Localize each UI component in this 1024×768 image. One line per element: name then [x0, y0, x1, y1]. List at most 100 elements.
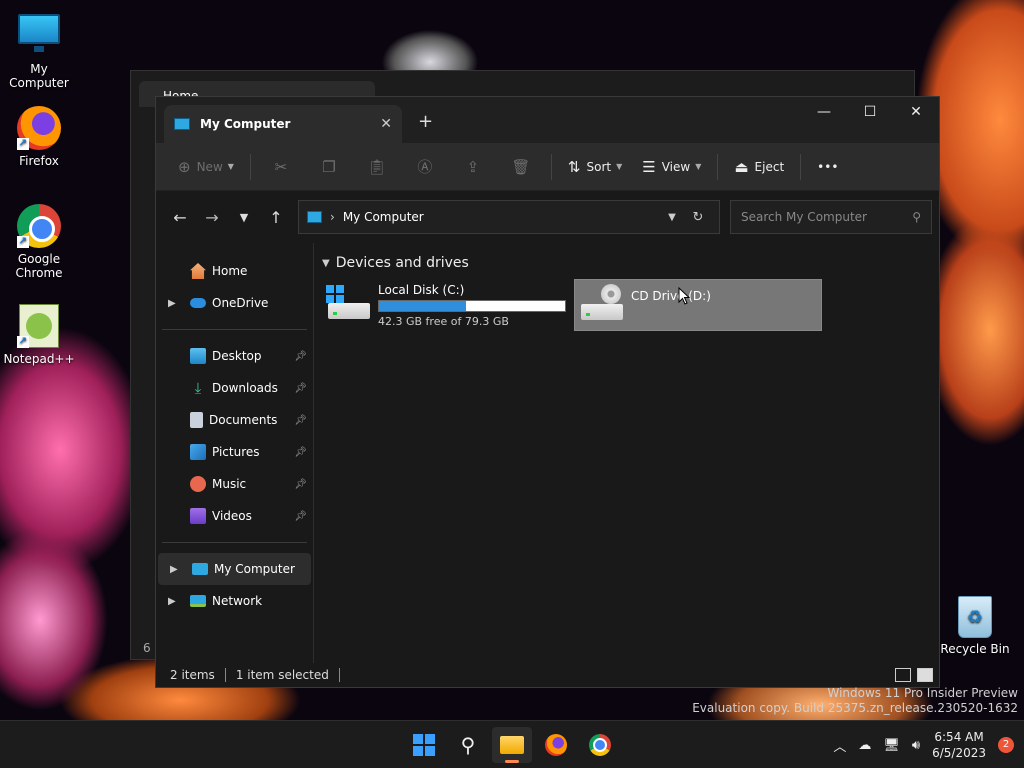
forward-arrow-icon[interactable]: → [196, 208, 228, 227]
details-view-icon[interactable] [895, 668, 911, 682]
sidebar-item-desktop[interactable]: Desktop 📌︎ [156, 340, 313, 372]
new-tab-button[interactable]: + [418, 111, 433, 132]
notepadpp-icon: ↗ [17, 304, 61, 348]
drive-item-local-disk[interactable]: Local Disk (C:) 42.3 GB free of 79.3 GB [322, 279, 570, 331]
search-icon: ⚲ [460, 733, 476, 757]
delete-icon[interactable]: 🗑︎ [497, 158, 545, 176]
title-bar: My Computer ✕ + — ☐ ✕ [156, 97, 939, 143]
sidebar-item-onedrive[interactable]: ▶ OneDrive [156, 287, 313, 319]
group-header-devices[interactable]: ▼ Devices and drives [322, 251, 939, 275]
sort-icon: ⇅ [567, 157, 581, 176]
pin-icon[interactable]: 📌︎ [294, 415, 307, 426]
show-hidden-icons-chevron-icon[interactable]: ︿ [833, 736, 846, 755]
sidebar-item-videos[interactable]: Videos 📌︎ [156, 500, 313, 532]
sidebar-item-my-computer[interactable]: ▶ My Computer [158, 553, 311, 585]
sidebar-item-downloads[interactable]: ⤓ Downloads 📌︎ [156, 372, 313, 404]
sidebar-item-label: Home [212, 264, 248, 278]
desktop-icon-chrome[interactable]: ↗ Google Chrome [0, 204, 78, 280]
new-button[interactable]: ⊕ New ▼ [168, 151, 244, 183]
expand-chevron-icon[interactable]: ▶ [168, 596, 176, 607]
drive-item-cd-drive[interactable]: CD Drive (D:) [574, 279, 822, 331]
taskbar-file-explorer[interactable] [492, 727, 532, 763]
firefox-icon [545, 734, 567, 756]
taskbar-firefox[interactable] [536, 727, 576, 763]
windows-logo-icon [413, 734, 435, 756]
sidebar-item-music[interactable]: Music 📌︎ [156, 468, 313, 500]
sidebar-item-label: Desktop [212, 349, 262, 363]
sidebar-item-home[interactable]: Home [156, 255, 313, 287]
sidebar-item-network[interactable]: ▶ Network [156, 585, 313, 617]
plus-circle-icon: ⊕ [178, 157, 191, 176]
desktop-icon-my-computer[interactable]: My Computer [0, 8, 78, 90]
recent-locations-chevron-icon[interactable]: ▼ [228, 211, 260, 224]
mouse-cursor-icon [678, 287, 690, 305]
pin-icon[interactable]: 📌︎ [294, 479, 307, 490]
expand-chevron-icon[interactable]: ▶ [170, 564, 178, 575]
back-arrow-icon[interactable]: ← [164, 208, 196, 227]
start-button[interactable] [404, 727, 444, 763]
desktop-icon-notepadpp[interactable]: ↗ Notepad++ [0, 304, 78, 366]
navigation-pane: Home ▶ OneDrive Desktop 📌︎ ⤓ Downloads 📌… [156, 243, 314, 665]
address-bar[interactable]: › My Computer ▼ ↻ [298, 200, 720, 234]
sidebar-item-pictures[interactable]: Pictures 📌︎ [156, 436, 313, 468]
system-tray: ︿ ☁ 🖥︎ 🔊︎ 6:54 AM 6/5/2023 2 [833, 721, 1014, 768]
expand-chevron-icon[interactable]: ▶ [168, 298, 176, 309]
eject-button[interactable]: ⏏ Eject [724, 151, 794, 183]
desktop-icon-label: Notepad++ [3, 352, 75, 366]
document-icon [190, 412, 203, 428]
monitor-icon [307, 211, 322, 223]
status-bar: 2 items 1 item selected [156, 663, 939, 687]
tab-my-computer[interactable]: My Computer ✕ [164, 105, 402, 143]
pin-icon[interactable]: 📌︎ [294, 511, 307, 522]
desktop-icon-firefox[interactable]: ↗ Firefox [0, 106, 78, 168]
chevron-down-icon: ▼ [695, 162, 702, 171]
close-window-button[interactable]: ✕ [893, 97, 939, 127]
cut-icon[interactable]: ✂ [257, 158, 305, 176]
drive-name: Local Disk (C:) [378, 283, 465, 297]
status-selection: 1 item selected [235, 668, 329, 682]
cloud-offline-icon[interactable]: ☁ [858, 738, 871, 753]
up-arrow-icon[interactable]: ↑ [260, 208, 292, 227]
status-item-count: 2 items [170, 668, 215, 682]
sidebar-divider [162, 329, 307, 330]
address-dropdown-icon[interactable]: ▼ [659, 212, 685, 223]
breadcrumb[interactable]: My Computer [343, 210, 659, 224]
rename-icon[interactable]: Ⓐ [401, 156, 449, 177]
share-icon[interactable]: ⇪ [449, 158, 497, 176]
minimize-button[interactable]: — [801, 97, 847, 127]
view-button[interactable]: ☰ View ▼ [632, 151, 711, 183]
paste-icon[interactable]: 📋︎ [353, 158, 401, 176]
file-explorer-window[interactable]: My Computer ✕ + — ☐ ✕ ⊕ New ▼ ✂ ❐ 📋︎ Ⓐ ⇪… [155, 96, 940, 688]
notification-badge[interactable]: 2 [998, 737, 1014, 753]
copy-icon[interactable]: ❐ [305, 158, 353, 176]
sort-button[interactable]: ⇅ Sort ▼ [558, 151, 632, 183]
close-tab-icon[interactable]: ✕ [380, 116, 392, 132]
chrome-icon [589, 734, 611, 756]
sidebar-item-label: My Computer [214, 562, 295, 576]
more-options-button[interactable]: ••• [807, 151, 848, 183]
drive-free-space: 42.3 GB free of 79.3 GB [378, 315, 509, 328]
tiles-view-icon[interactable] [917, 668, 933, 682]
chevron-down-icon: ▼ [616, 162, 623, 171]
search-button[interactable]: ⚲ [448, 727, 488, 763]
hard-drive-icon [326, 283, 372, 319]
drive-name: CD Drive (D:) [631, 289, 711, 303]
clock[interactable]: 6:54 AM 6/5/2023 [932, 729, 986, 761]
volume-icon[interactable]: 🔊︎ [912, 738, 920, 753]
chevron-down-icon: ▼ [227, 162, 234, 171]
pin-icon[interactable]: 📌︎ [294, 447, 307, 458]
refresh-icon[interactable]: ↻ [685, 210, 711, 225]
pin-icon[interactable]: 📌︎ [294, 383, 307, 394]
taskbar-chrome[interactable] [580, 727, 620, 763]
view-list-icon: ☰ [642, 157, 656, 176]
pin-icon[interactable]: 📌︎ [294, 351, 307, 362]
maximize-button[interactable]: ☐ [847, 97, 893, 127]
collapse-chevron-icon: ▼ [322, 257, 330, 269]
download-icon: ⤓ [194, 379, 202, 397]
eject-label: Eject [754, 159, 785, 174]
network-icon[interactable]: 🖥︎ [883, 738, 900, 753]
search-input[interactable]: Search My Computer ⚲ [730, 200, 932, 234]
sidebar-item-documents[interactable]: Documents 📌︎ [156, 404, 313, 436]
sidebar-item-label: Downloads [212, 381, 278, 395]
desktop-icon-recycle-bin[interactable]: ♻ Recycle Bin [936, 596, 1014, 656]
